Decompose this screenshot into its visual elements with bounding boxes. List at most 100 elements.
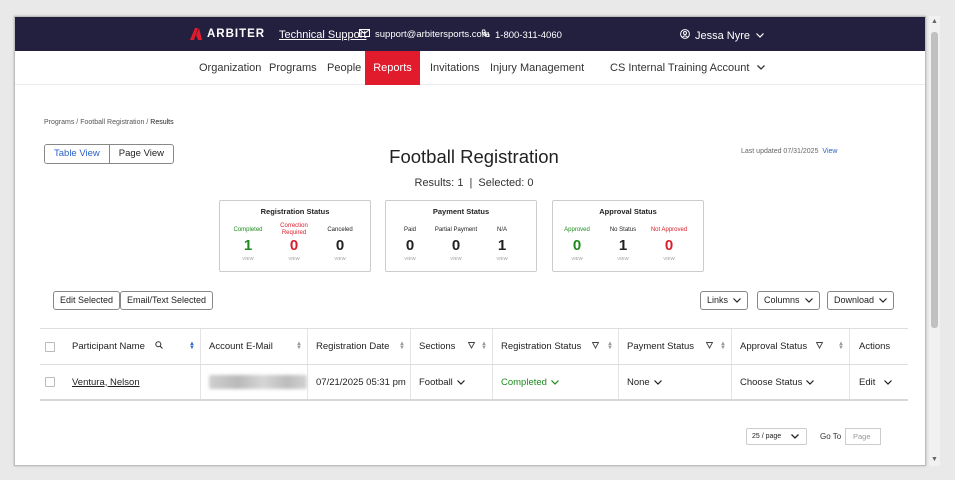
account-email-cell (200, 365, 307, 399)
card-title: Payment Status (432, 207, 490, 216)
top-bar: ARBITER Technical Support support@arbite… (15, 17, 925, 51)
stat-no-status[interactable]: No Status 1 VIEW (600, 223, 646, 262)
card-title: Approval Status (599, 207, 657, 216)
sort-icon[interactable]: ▲ ▼ (838, 341, 844, 351)
registration-date-cell: 07/21/2025 05:31 pm (307, 365, 410, 399)
nav-people[interactable]: People (319, 51, 369, 85)
section-dropdown[interactable]: Football (410, 365, 492, 399)
scrollbar-thumb[interactable] (931, 32, 938, 328)
user-icon (680, 29, 690, 42)
selected-count: 0 (527, 177, 534, 189)
header-approval-status[interactable]: Approval Status ▲ ▼ (731, 329, 849, 364)
header-actions: Actions (849, 329, 908, 364)
filter-icon[interactable] (467, 342, 476, 351)
filter-icon[interactable] (705, 342, 714, 351)
header-payment-status[interactable]: Payment Status ▲ ▼ (618, 329, 731, 364)
header-registration-date[interactable]: Registration Date ▲ ▼ (307, 329, 410, 364)
nav-invitations[interactable]: Invitations (422, 51, 488, 85)
support-email[interactable]: support@arbitersports.com (359, 29, 490, 40)
columns-button[interactable]: Columns (757, 291, 820, 310)
chevron-down-icon (879, 292, 887, 309)
select-all-checkbox[interactable] (45, 341, 55, 352)
header-registration-status[interactable]: Registration Status ▲ ▼ (492, 329, 618, 364)
table-header: Participant Name ▲ ▼ Account E-Mail ▲ ▼ Re… (40, 328, 908, 365)
nav-organization[interactable]: Organization (191, 51, 269, 85)
sort-icon[interactable]: ▲ ▼ (607, 341, 613, 351)
email-text-selected-button[interactable]: Email/Text Selected (120, 291, 214, 310)
participant-name-link[interactable]: Ventura, Nelson (72, 377, 140, 388)
filter-icon[interactable] (815, 342, 824, 351)
nav-programs[interactable]: Programs (261, 51, 325, 85)
filter-icon[interactable] (591, 342, 600, 351)
header-sections[interactable]: Sections ▲ ▼ (410, 329, 492, 364)
scrollbar[interactable]: ▲ ▼ (929, 16, 940, 466)
payment-status-dropdown[interactable]: None (618, 365, 731, 399)
search-icon[interactable] (155, 341, 163, 352)
nav-reports[interactable]: Reports (365, 51, 420, 85)
chevron-down-icon (733, 292, 741, 309)
nav-injury-management[interactable]: Injury Management (482, 51, 592, 85)
row-checkbox-cell (40, 365, 64, 399)
breadcrumb: Programs / Football Registration / Resul… (44, 119, 174, 126)
chevron-down-icon (884, 378, 893, 387)
redacted-email (209, 375, 307, 389)
account-name: CS Internal Training Account (610, 62, 750, 74)
arbiter-logo[interactable]: ARBITER (190, 28, 265, 40)
results-summary: Results: 1 | Selected: 0 (414, 177, 534, 189)
edit-action-dropdown[interactable]: Edit (849, 365, 908, 399)
links-button[interactable]: Links (700, 291, 749, 310)
last-updated-view-link[interactable]: View (822, 148, 837, 155)
edit-selected-button[interactable]: Edit Selected (53, 291, 121, 310)
row-checkbox[interactable] (45, 377, 55, 387)
go-to-label: Go To (820, 432, 842, 441)
technical-support-link[interactable]: Technical Support (279, 29, 366, 41)
stat-partial-payment[interactable]: Partial Payment 0 VIEW (433, 223, 479, 262)
page-input[interactable]: Page (845, 428, 881, 445)
brand-name: ARBITER (207, 28, 266, 40)
registration-status-card: Registration Status Completed 1 VIEW Cor… (219, 200, 371, 272)
select-all-checkbox-cell (40, 329, 64, 364)
chevron-down-icon (653, 378, 662, 387)
stat-paid[interactable]: Paid 0 VIEW (387, 223, 433, 262)
support-phone[interactable]: 1-800-311-4060 (481, 29, 562, 41)
sort-icon[interactable]: ▲ ▼ (189, 341, 195, 351)
app-window: ARBITER Technical Support support@arbite… (14, 16, 926, 466)
scroll-up-icon[interactable]: ▲ (930, 17, 939, 27)
stat-canceled[interactable]: Canceled 0 VIEW (317, 223, 363, 262)
approval-status-dropdown[interactable]: Choose Status (731, 365, 849, 399)
phone-icon (481, 29, 490, 41)
sort-icon[interactable]: ▲ ▼ (481, 341, 487, 351)
breadcrumb-programs[interactable]: Programs (44, 119, 74, 126)
card-title: Registration Status (260, 207, 330, 216)
user-menu[interactable]: Jessa Nyre (680, 29, 764, 42)
chevron-down-icon (791, 432, 800, 441)
registration-status-dropdown[interactable]: Completed (492, 365, 618, 399)
sort-icon[interactable]: ▲ ▼ (399, 341, 405, 351)
stat-completed[interactable]: Completed 1 VIEW (225, 223, 271, 262)
sort-icon[interactable]: ▲ ▼ (296, 341, 302, 351)
chevron-down-icon (456, 378, 465, 387)
approval-status-card: Approval Status Approved 0 VIEW No Statu… (552, 200, 704, 272)
chevron-down-icon (804, 292, 813, 309)
download-button[interactable]: Download (827, 291, 895, 310)
stat-na[interactable]: N/A 1 VIEW (479, 223, 525, 262)
scroll-down-icon[interactable]: ▼ (930, 455, 939, 465)
support-email-text: support@arbitersports.com (375, 29, 490, 40)
results-count: 1 (457, 177, 464, 189)
sort-icon[interactable]: ▲ ▼ (720, 341, 726, 351)
per-page-select[interactable]: 25 / page (746, 428, 807, 445)
participant-name-cell: Ventura, Nelson (64, 365, 200, 399)
header-participant-name[interactable]: Participant Name ▲ ▼ (64, 329, 200, 364)
stat-not-approved[interactable]: Not Approved 0 VIEW (646, 223, 692, 262)
account-selector[interactable]: CS Internal Training Account (602, 51, 773, 85)
chevron-down-icon (756, 31, 764, 40)
chevron-down-icon (757, 51, 766, 85)
header-account-email[interactable]: Account E-Mail ▲ ▼ (200, 329, 307, 364)
breadcrumb-current: Results (150, 119, 174, 126)
stat-approved[interactable]: Approved 0 VIEW (554, 223, 600, 262)
breadcrumb-football-registration[interactable]: Football Registration (80, 119, 144, 126)
support-phone-text: 1-800-311-4060 (495, 29, 562, 41)
payment-status-card: Payment Status Paid 0 VIEW Partial Payme… (385, 200, 537, 272)
stat-correction-required[interactable]: Correction Required 0 VIEW (271, 223, 317, 261)
user-name: Jessa Nyre (695, 29, 751, 42)
